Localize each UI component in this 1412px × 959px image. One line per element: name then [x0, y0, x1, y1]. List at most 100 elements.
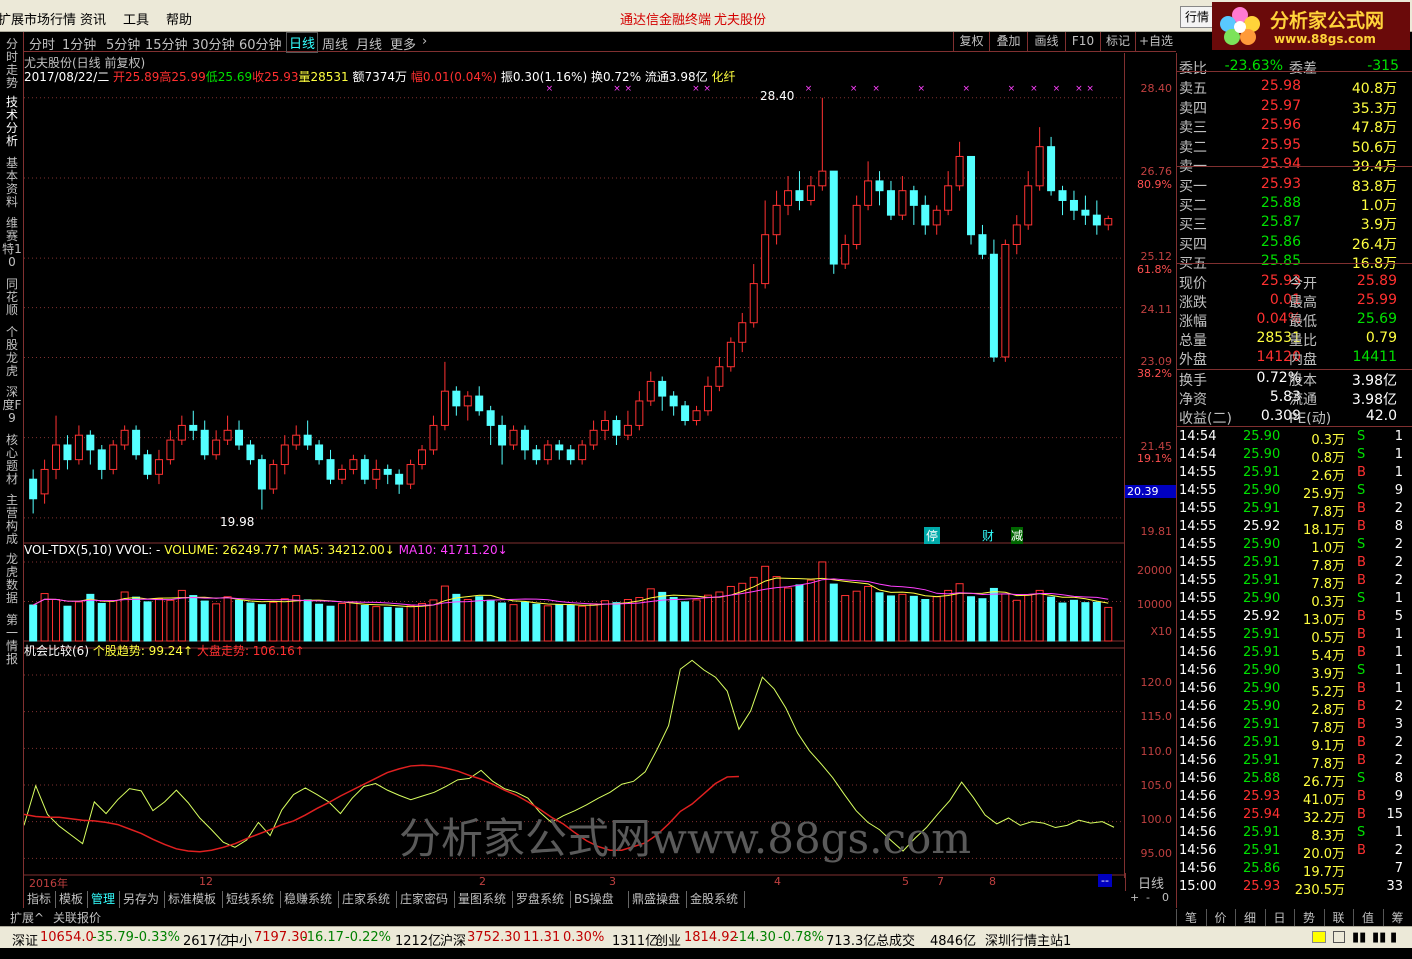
- tab-dragon-tiger[interactable]: 个股龙虎: [2, 326, 22, 378]
- panel-tab[interactable]: 筹: [1382, 909, 1412, 926]
- tab-technical[interactable]: 技术分析: [2, 96, 22, 148]
- mark-button[interactable]: 标记: [1100, 32, 1135, 51]
- cy-name[interactable]: 创业: [655, 930, 681, 949]
- period-intraday[interactable]: 分时: [29, 34, 55, 53]
- volume-bar: [200, 600, 209, 642]
- level-label: 买一: [1179, 179, 1207, 195]
- panel-tab[interactable]: 价: [1205, 909, 1235, 926]
- menu-extended-market[interactable]: 扩展市场行情: [0, 9, 76, 28]
- zoom-out-icon[interactable]: -: [1146, 891, 1150, 904]
- kline-chart[interactable]: × × × × × × × × × × × × × × ×: [23, 53, 1124, 878]
- menu-tools[interactable]: 工具: [123, 9, 149, 28]
- period-60min[interactable]: 60分钟: [239, 34, 282, 53]
- ext-toggle[interactable]: 扩展^: [10, 909, 44, 926]
- overlay-button[interactable]: 叠加: [989, 32, 1027, 51]
- indicator-tab[interactable]: 模板: [56, 891, 88, 908]
- vol-unit: X10: [1150, 625, 1172, 638]
- tab-tonghuashun[interactable]: 同花顺: [2, 278, 22, 317]
- order-level[interactable]: 买四 25.86 26.4万: [1177, 234, 1412, 253]
- zoom-in-icon[interactable]: +: [1130, 891, 1139, 904]
- station-name[interactable]: 深圳行情主站1: [985, 930, 1071, 949]
- indicator-tab[interactable]: 庄家密码: [397, 891, 455, 908]
- f10-button[interactable]: F10: [1065, 32, 1100, 51]
- tab-dragon-data[interactable]: 龙虎数据: [2, 553, 22, 605]
- tick-side: B: [1357, 753, 1366, 768]
- tick-side: B: [1357, 573, 1366, 588]
- order-level[interactable]: 买二 25.88 1.0万: [1177, 195, 1412, 214]
- indicator-tab[interactable]: BS操盘: [571, 891, 629, 908]
- date-tick: 12: [199, 875, 213, 888]
- menu-news[interactable]: 资讯: [80, 9, 106, 28]
- candle-body: [395, 473, 404, 485]
- indicator-tab[interactable]: 标准模板: [165, 891, 223, 908]
- menu-help[interactable]: 帮助: [166, 9, 192, 28]
- candle-body: [326, 459, 335, 480]
- add-watchlist-button[interactable]: +自选: [1135, 32, 1176, 51]
- order-level[interactable]: 卖二 25.95 50.6万: [1177, 137, 1412, 156]
- zoom-controls[interactable]: + - 0: [1124, 891, 1176, 908]
- tab-intel[interactable]: 第一情报: [2, 614, 22, 666]
- indicator-tab[interactable]: 短线系统: [223, 891, 281, 908]
- panel-tab[interactable]: 细: [1235, 909, 1264, 926]
- tab-core-theme[interactable]: 核心题材: [2, 434, 22, 486]
- panel-tab[interactable]: 值: [1353, 909, 1382, 926]
- period-daily[interactable]: 日线: [286, 32, 319, 53]
- order-level[interactable]: 卖一 25.94 39.4万: [1177, 156, 1412, 175]
- volume-bar: [967, 596, 976, 642]
- zx-name[interactable]: 中小: [226, 930, 252, 949]
- period-weekly[interactable]: 周线: [322, 34, 348, 53]
- indicator-tab[interactable]: 指标: [24, 891, 56, 908]
- indicator-tab[interactable]: 量图系统: [455, 891, 513, 908]
- period-30min[interactable]: 30分钟: [192, 34, 235, 53]
- draw-button[interactable]: 画线: [1027, 32, 1065, 51]
- panel-tab[interactable]: 笔: [1176, 909, 1205, 926]
- event-finance[interactable]: 财: [982, 527, 994, 544]
- indicator-tab[interactable]: 庄家系统: [339, 891, 397, 908]
- event-reduce[interactable]: 减: [1011, 527, 1024, 544]
- period-1min[interactable]: 1分钟: [62, 34, 96, 53]
- quote-button[interactable]: 行情: [1180, 6, 1214, 28]
- related-quotes-tab[interactable]: 关联报价: [53, 909, 101, 926]
- candle-body: [257, 459, 266, 490]
- adjust-button[interactable]: 复权: [953, 32, 989, 51]
- right-panel-tabs: 笔价细日势联值筹: [1176, 908, 1412, 926]
- event-suspend[interactable]: 停: [924, 527, 941, 544]
- tab-weisaite[interactable]: 维赛特10: [2, 217, 22, 269]
- volume-bar: [86, 593, 95, 642]
- chevron-right-icon[interactable]: ›: [422, 34, 427, 49]
- indicator-tab[interactable]: 鼎盛操盘: [629, 891, 687, 908]
- tab-main-business[interactable]: 主营构成: [2, 494, 22, 546]
- window-icon[interactable]: [1333, 931, 1345, 943]
- chart-area[interactable]: × × × × × × × × × × × × × × × 尤夫股份(日线 前复权) 2017/08/22/…: [23, 53, 1124, 890]
- candle-body: [143, 454, 152, 475]
- period-monthly[interactable]: 月线: [356, 34, 382, 53]
- candle-body: [498, 424, 507, 446]
- panel-tab[interactable]: 联: [1323, 909, 1353, 926]
- tick-row: 14:56 25.90 3.9万 S 1: [1177, 663, 1412, 682]
- sz-name[interactable]: 深证: [12, 930, 38, 949]
- indicator-tab[interactable]: 管理: [88, 891, 120, 908]
- tab-intraday[interactable]: 分时走势: [2, 38, 22, 90]
- indicator-tab[interactable]: 罗盘系统: [513, 891, 571, 908]
- tab-fundamentals[interactable]: 基本资料: [2, 157, 22, 209]
- order-level[interactable]: 买五 25.85 16.8万: [1177, 253, 1412, 272]
- reset-zoom-icon[interactable]: 0: [1162, 891, 1169, 904]
- ind-name[interactable]: 机会比较(6): [24, 644, 89, 658]
- period-5min[interactable]: 5分钟: [106, 34, 140, 53]
- order-level[interactable]: 卖五 25.98 40.8万: [1177, 78, 1412, 97]
- panel-tab[interactable]: 日: [1264, 909, 1294, 926]
- order-level[interactable]: 买一 25.93 83.8万: [1177, 176, 1412, 195]
- order-level[interactable]: 卖四 25.97 35.3万: [1177, 98, 1412, 117]
- panel-tab[interactable]: 势: [1294, 909, 1323, 926]
- panel-divider: [1177, 166, 1412, 167]
- period-15min[interactable]: 15分钟: [145, 34, 188, 53]
- hs-name[interactable]: 沪深: [440, 930, 466, 949]
- vol-indicator-name[interactable]: VOL-TDX(5,10): [24, 543, 112, 557]
- indicator-tab[interactable]: 金股系统: [687, 891, 745, 908]
- order-level[interactable]: 买三 25.87 3.9万: [1177, 214, 1412, 233]
- indicator-tab[interactable]: 稳赚系统: [281, 891, 339, 908]
- order-level[interactable]: 卖三 25.96 47.8万: [1177, 117, 1412, 136]
- tab-depth-f9[interactable]: 深度F9: [2, 386, 22, 425]
- period-more[interactable]: 更多: [390, 34, 416, 53]
- indicator-tab[interactable]: 另存为: [120, 891, 165, 908]
